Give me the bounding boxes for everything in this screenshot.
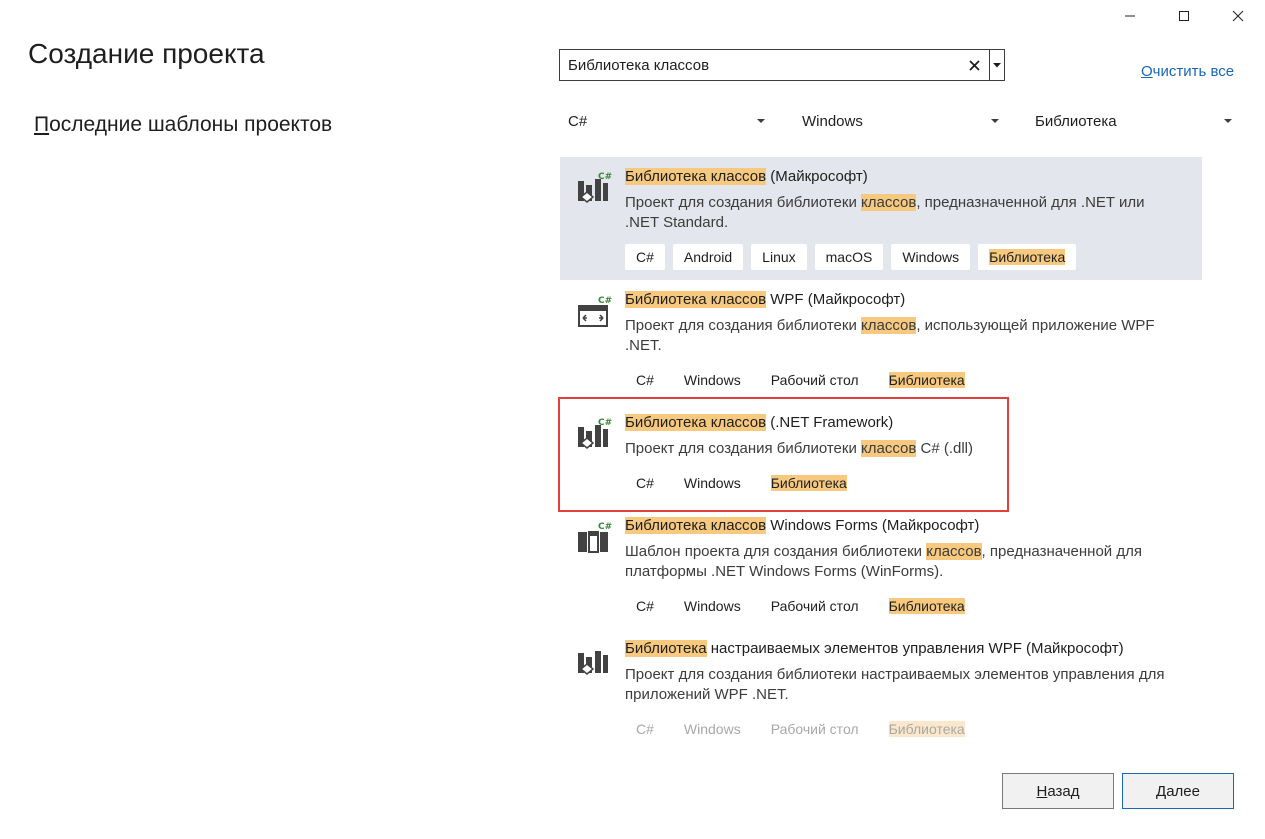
tag: Windows — [672, 367, 752, 393]
tag: Библиотека — [877, 593, 976, 619]
maximize-button[interactable] — [1157, 0, 1211, 32]
search-clear-button[interactable] — [959, 50, 989, 80]
template-tags: C# Android Linux macOS Windows Библиотек… — [625, 244, 1077, 270]
winforms-library-icon: C# — [578, 522, 612, 553]
tag: macOS — [814, 244, 884, 270]
tag: C# — [625, 470, 665, 496]
page-title: Создание проекта — [28, 38, 265, 69]
svg-text:C#: C# — [598, 522, 612, 532]
template-description: Проект для создания библиотеки классов, … — [625, 194, 1145, 231]
tag: Windows — [672, 470, 752, 496]
wpf-library-icon: C# — [578, 296, 612, 327]
recent-heading-text: оследние шаблоны проектов — [49, 113, 333, 136]
recent-heading-accesskey: П — [34, 113, 50, 136]
template-name: Библиотека классов WPF (Майкрософт) — [625, 291, 906, 308]
tag: Рабочий стол — [759, 593, 870, 619]
tag: Рабочий стол — [759, 367, 870, 393]
tag: Библиотека — [759, 470, 858, 496]
svg-text:C#: C# — [598, 296, 612, 306]
template-item-winforms-class-library[interactable]: C# Библиотека классов Windows Forms (Май… — [560, 506, 1202, 629]
template-item-wpf-custom-control-library[interactable]: Библиотека настраиваемых элементов управ… — [560, 629, 1202, 737]
chevron-down-icon — [757, 119, 765, 123]
template-tags: C# Windows Рабочий стол Библиотека — [625, 716, 976, 737]
tag: Библиотека — [877, 716, 976, 737]
language-filter-value: C# — [568, 112, 588, 130]
template-description: Проект для создания библиотеки классов, … — [625, 317, 1155, 354]
template-name: Библиотека классов (.NET Framework) — [625, 414, 894, 431]
template-description: Проект для создания библиотеки настраива… — [625, 666, 1165, 703]
tag: Android — [672, 244, 744, 270]
clear-all-accesskey: О — [1141, 63, 1153, 80]
minimize-button[interactable] — [1103, 0, 1157, 32]
tag: C# — [625, 593, 665, 619]
project-type-filter-value: Библиотека — [1035, 112, 1117, 130]
template-item-class-library[interactable]: C# Библиотека классов (Майкрософт) Проек… — [560, 157, 1202, 280]
close-icon — [1232, 10, 1244, 22]
language-filter[interactable]: C# — [559, 107, 771, 135]
svg-text:C#: C# — [598, 172, 612, 182]
tag: Библиотека — [978, 244, 1077, 270]
close-icon — [968, 59, 980, 71]
tag: Рабочий стол — [759, 716, 870, 737]
chevron-down-icon — [1224, 119, 1232, 123]
template-tags: C# Windows Рабочий стол Библиотека — [625, 367, 976, 393]
minimize-icon — [1125, 15, 1135, 17]
maximize-icon — [1179, 11, 1189, 21]
platform-filter-value: Windows — [802, 112, 863, 130]
class-library-icon: C# — [578, 172, 612, 203]
svg-text:C#: C# — [598, 418, 612, 428]
template-name: Библиотека классов Windows Forms (Майкро… — [625, 517, 980, 534]
template-search-input[interactable] — [560, 50, 959, 80]
template-search-box — [559, 49, 1005, 81]
template-item-wpf-class-library[interactable]: C# Библиотека классов WPF (Майкрософт) П… — [560, 280, 1202, 403]
tag: Linux — [751, 244, 807, 270]
template-description: Шаблон проекта для создания библиотеки к… — [625, 543, 1142, 580]
template-tags: C# Windows Библиотека — [625, 470, 858, 496]
back-button[interactable]: Назад — [1002, 773, 1114, 809]
template-name: Библиотека классов (Майкрософт) — [625, 168, 868, 185]
next-button[interactable]: Далее — [1122, 773, 1234, 809]
template-description: Проект для создания библиотеки классов C… — [625, 440, 973, 457]
tag: C# — [625, 716, 665, 737]
chevron-down-icon — [991, 119, 999, 123]
template-item-class-library-net-framework[interactable]: C# Библиотека классов (.NET Framework) П… — [560, 403, 1202, 506]
chevron-down-icon — [993, 62, 1001, 67]
tag: Windows — [891, 244, 971, 270]
template-name: Библиотека настраиваемых элементов управ… — [625, 640, 1124, 657]
close-button[interactable] — [1211, 0, 1265, 32]
project-type-filter[interactable]: Библиотека — [1026, 107, 1238, 135]
recent-templates-heading: Последние шаблоны проектов — [34, 113, 332, 137]
tag: Windows — [672, 716, 752, 737]
window-controls — [1103, 0, 1265, 32]
class-library-icon — [578, 651, 608, 675]
clear-all-text: чистить все — [1152, 63, 1235, 80]
template-list: C# Библиотека классов (Майкрософт) Проек… — [560, 157, 1202, 737]
tag: C# — [625, 367, 665, 393]
platform-filter[interactable]: Windows — [793, 107, 1005, 135]
tag: C# — [625, 244, 665, 270]
search-history-dropdown[interactable] — [989, 50, 1004, 80]
tag: Библиотека — [877, 367, 976, 393]
template-tags: C# Windows Рабочий стол Библиотека — [625, 593, 976, 619]
clear-all-link[interactable]: Очистить все — [1141, 63, 1234, 80]
class-library-icon: C# — [578, 418, 612, 449]
tag: Windows — [672, 593, 752, 619]
